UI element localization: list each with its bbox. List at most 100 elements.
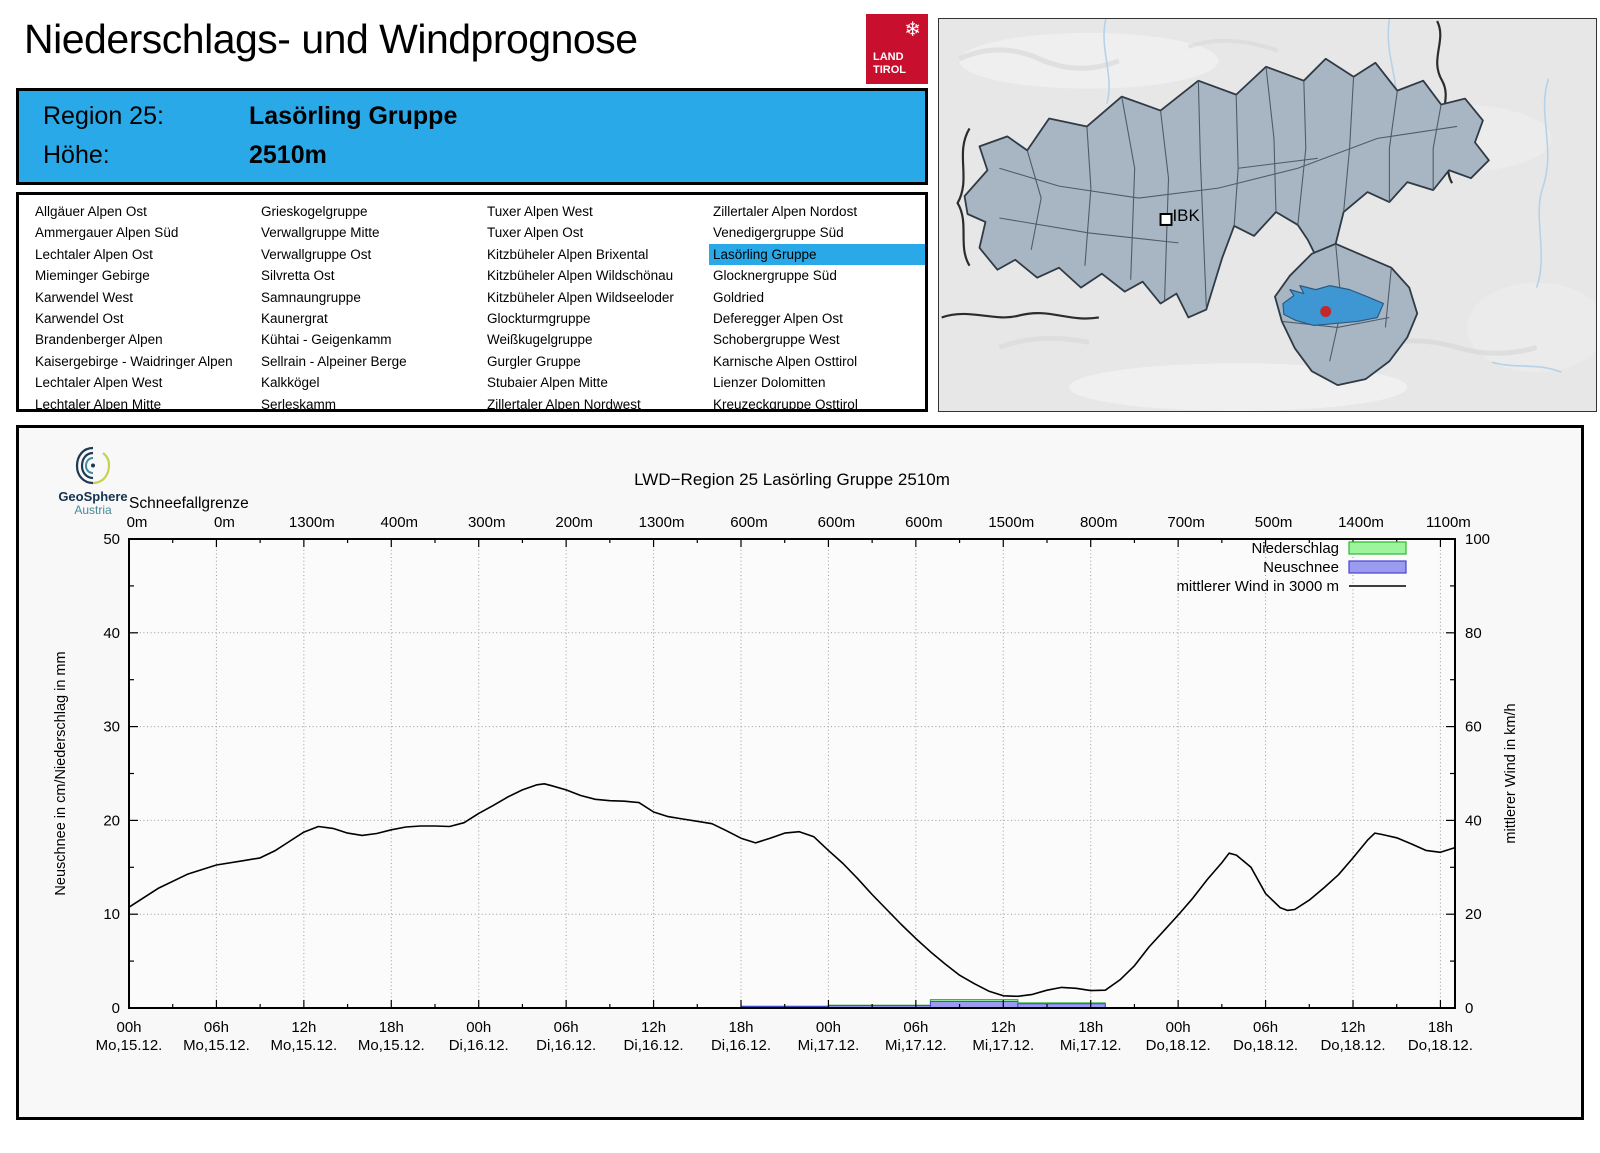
region-list-item[interactable]: Venedigergruppe Süd xyxy=(709,222,925,243)
region-list-item[interactable]: Kreuzeckgruppe Osttirol xyxy=(709,394,925,415)
x-tick-time-label: 12h xyxy=(641,1019,666,1036)
x-tick-time-label: 06h xyxy=(204,1019,229,1036)
region-list-item[interactable]: Kaunergrat xyxy=(257,308,487,329)
region-list-item[interactable]: Grieskogelgruppe xyxy=(257,201,487,222)
legend-label: mittlerer Wind in 3000 m xyxy=(1176,578,1339,595)
region-list-item[interactable]: Kitzbüheler Alpen Wildschönau xyxy=(483,265,713,286)
region-list-item[interactable]: Glocknergruppe Süd xyxy=(709,265,925,286)
region-list-item[interactable]: Serleskamm xyxy=(257,394,487,415)
region-list-item[interactable]: Tuxer Alpen Ost xyxy=(483,222,713,243)
snowline-value: 0m xyxy=(214,514,235,531)
tirol-map-svg: IBK xyxy=(939,19,1596,411)
snowline-value: 200m xyxy=(555,514,593,531)
x-tick-date-label: Mi,17.12. xyxy=(798,1037,860,1054)
x-tick-date-label: Mo,15.12. xyxy=(358,1037,425,1054)
x-tick-date-label: Di,16.12. xyxy=(449,1037,509,1054)
tirol-map[interactable]: IBK xyxy=(938,18,1597,412)
y-right-tick-label: 40 xyxy=(1465,812,1482,829)
region-list-item[interactable]: Lechtaler Alpen Ost xyxy=(31,244,261,265)
altitude-label: Höhe: xyxy=(43,141,110,169)
x-tick-time-label: 12h xyxy=(291,1019,316,1036)
region-list: Allgäuer Alpen Ost Ammergauer Alpen Süd Le… xyxy=(16,192,928,412)
region-list-item[interactable]: Lechtaler Alpen Mitte xyxy=(31,394,261,415)
x-tick-date-label: Mo,15.12. xyxy=(96,1037,163,1054)
legend-label: Neuschnee xyxy=(1263,559,1339,576)
map-city-label: IBK xyxy=(1172,206,1200,225)
y-left-tick-label: 20 xyxy=(103,812,120,829)
legend-swatch-neuschnee xyxy=(1348,560,1407,574)
region-list-item[interactable]: Verwallgruppe Mitte xyxy=(257,222,487,243)
page-title: Niederschlags- und Windprognose xyxy=(24,16,638,62)
region-list-column-4: Zillertaler Alpen Nordost Venedigergruppe… xyxy=(709,201,925,412)
y-left-axis-title: Neuschnee in cm/Niederschlag in mm xyxy=(53,651,69,895)
geosphere-logo: GeoSphere Austria xyxy=(45,442,141,517)
region-list-item[interactable]: Sellrain - Alpeiner Berge xyxy=(257,351,487,372)
region-list-item[interactable]: Gurgler Gruppe xyxy=(483,351,713,372)
x-tick-date-label: Mi,17.12. xyxy=(885,1037,947,1054)
snowline-value: 1300m xyxy=(639,514,685,531)
snowflake-icon: ❄ xyxy=(904,19,921,41)
legend-swatch-niederschlag xyxy=(1348,541,1407,555)
forecast-chart: LWD−Region 25 Lasörling Gruppe 2510m Schn… xyxy=(16,425,1584,1120)
snowline-value: 600m xyxy=(905,514,943,531)
region-list-item[interactable]: Silvretta Ost xyxy=(257,265,487,286)
y-left-tick-label: 10 xyxy=(103,906,120,923)
region-list-item[interactable]: Schobergruppe West xyxy=(709,329,925,350)
region-list-item[interactable]: Samnaungruppe xyxy=(257,287,487,308)
region-list-item[interactable]: Kaisergebirge - Waidringer Alpen xyxy=(31,351,261,372)
y-right-tick-label: 0 xyxy=(1465,1000,1473,1017)
region-list-item[interactable]: Glockturmgruppe xyxy=(483,308,713,329)
region-list-item[interactable]: Kitzbüheler Alpen Brixental xyxy=(483,244,713,265)
region-list-item[interactable]: Verwallgruppe Ost xyxy=(257,244,487,265)
region-list-item-selected[interactable]: Lasörling Gruppe xyxy=(709,243,925,266)
plot-area xyxy=(129,539,1455,1008)
snowline-value: 1500m xyxy=(988,514,1034,531)
region-list-item[interactable]: Ammergauer Alpen Süd xyxy=(31,222,261,243)
snowline-value: 600m xyxy=(730,514,768,531)
region-list-item[interactable]: Lechtaler Alpen West xyxy=(31,372,261,393)
geosphere-icon xyxy=(75,446,111,485)
region-list-item[interactable]: Karwendel Ost xyxy=(31,308,261,329)
region-list-item[interactable]: Karnische Alpen Osttirol xyxy=(709,351,925,372)
y-right-tick-label: 20 xyxy=(1465,906,1482,923)
geosphere-country: Austria xyxy=(74,503,112,517)
ibk-marker xyxy=(1159,213,1173,226)
region-list-item[interactable]: Allgäuer Alpen Ost xyxy=(31,201,261,222)
region-list-item[interactable]: Karwendel West xyxy=(31,287,261,308)
x-tick-time-label: 18h xyxy=(1428,1019,1453,1036)
region-list-item[interactable]: Zillertaler Alpen Nordwest xyxy=(483,394,713,415)
region-list-item[interactable]: Stubaier Alpen Mitte xyxy=(483,372,713,393)
snowline-value: 700m xyxy=(1167,514,1205,531)
x-tick-date-label: Do,18.12. xyxy=(1320,1037,1385,1054)
y-left-tick-label: 50 xyxy=(103,531,120,548)
region-list-item[interactable]: Mieminger Gebirge xyxy=(31,265,261,286)
y-right-axis-title: mittlerer Wind in km/h xyxy=(1503,703,1519,843)
region-list-item[interactable]: Kühtai - Geigenkamm xyxy=(257,329,487,350)
x-tick-time-label: 06h xyxy=(554,1019,579,1036)
region-list-item[interactable]: Lienzer Dolomitten xyxy=(709,372,925,393)
x-tick-time-label: 18h xyxy=(379,1019,404,1036)
region-row: Region 25: Lasörling Gruppe xyxy=(43,102,457,131)
x-tick-date-label: Mo,15.12. xyxy=(183,1037,250,1054)
region-list-item[interactable]: Kitzbüheler Alpen Wildseeloder xyxy=(483,287,713,308)
region-list-item[interactable]: Deferegger Alpen Ost xyxy=(709,308,925,329)
region-list-item[interactable]: Tuxer Alpen West xyxy=(483,201,713,222)
region-list-column-3: Tuxer Alpen West Tuxer Alpen Ost Kitzbühel… xyxy=(487,201,713,412)
snowline-value: 1400m xyxy=(1338,514,1384,531)
region-list-item[interactable]: Brandenberger Alpen xyxy=(31,329,261,350)
region-info-box: Region 25: Lasörling Gruppe Höhe: 2510m xyxy=(16,88,928,185)
region-list-item[interactable]: Zillertaler Alpen Nordost xyxy=(709,201,925,222)
snowline-value: 500m xyxy=(1255,514,1293,531)
x-tick-date-label: Mi,17.12. xyxy=(972,1037,1034,1054)
land-tirol-logo: ❄ LAND TIROL xyxy=(866,14,928,84)
region-list-item[interactable]: Weißkugelgruppe xyxy=(483,329,713,350)
y-left-tick-label: 40 xyxy=(103,625,120,642)
altitude-value: 2510m xyxy=(249,141,327,169)
region-list-item[interactable]: Goldried xyxy=(709,287,925,308)
region-list-item[interactable]: Kalkkögel xyxy=(257,372,487,393)
x-tick-time-label: 06h xyxy=(903,1019,928,1036)
region-list-column-1: Allgäuer Alpen Ost Ammergauer Alpen Süd Le… xyxy=(35,201,261,412)
x-tick-time-label: 06h xyxy=(1253,1019,1278,1036)
snowline-value: 600m xyxy=(818,514,856,531)
y-left-tick-label: 0 xyxy=(112,1000,120,1017)
